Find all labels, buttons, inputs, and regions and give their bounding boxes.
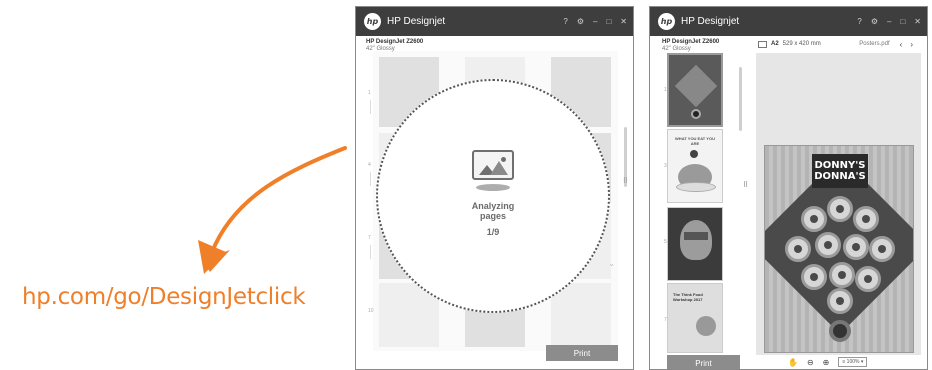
callout-arrow	[198, 146, 347, 274]
hp-logo: hp	[658, 13, 675, 30]
printer-name: HP DesignJet Z2600	[662, 39, 720, 45]
title-bar: hp HP Designjet ? ⚙ – □ ✕	[650, 7, 927, 36]
minimize-button[interactable]: –	[593, 17, 597, 26]
analyzing-label-line1: Analyzing	[471, 200, 515, 211]
page-number: 7	[368, 235, 371, 241]
help-icon[interactable]: ?	[857, 17, 861, 26]
page-thumbnail-selected[interactable]	[667, 53, 723, 127]
donut-image	[801, 264, 827, 290]
page-size-icon	[758, 40, 767, 48]
help-icon[interactable]: ?	[563, 17, 567, 26]
zoom-level-value: ≡ 100%	[842, 359, 860, 365]
tick	[370, 100, 371, 114]
tick	[370, 172, 371, 186]
analyzing-label-line2: pages	[479, 210, 506, 221]
donut-image	[843, 234, 869, 260]
scrollbar-thumb[interactable]	[739, 67, 742, 131]
donut-image	[829, 320, 851, 342]
preview-area: DONNY'S DONNA'S	[756, 53, 921, 355]
donut-image	[869, 236, 895, 262]
printer-name: HP DesignJet Z2600	[366, 39, 424, 45]
file-name: Posters.pdf	[859, 41, 890, 47]
close-button[interactable]: ✕	[914, 17, 921, 26]
panel-resize-handle-icon[interactable]: ⠿	[743, 182, 748, 189]
page-progress-count: 1/9	[486, 226, 500, 237]
donut-image	[801, 206, 827, 232]
tick	[370, 245, 371, 259]
app-title: HP Designjet	[681, 16, 740, 27]
settings-gear-icon[interactable]: ⚙	[871, 17, 878, 26]
poster-title: DONNY'S DONNA'S	[812, 154, 868, 188]
preview-window: hp HP Designjet ? ⚙ – □ ✕ HP DesignJet Z…	[649, 6, 928, 370]
donut-image	[785, 236, 811, 262]
previous-page-icon[interactable]: ‹	[900, 40, 903, 49]
designjet-click-url[interactable]: hp.com/go/DesignJetclick	[22, 284, 306, 310]
analyzing-label: Analyzing pages	[472, 201, 515, 221]
paper-info: 42" Glossy	[662, 46, 691, 52]
hp-logo: hp	[364, 13, 381, 30]
page-number: 4	[368, 162, 371, 168]
analyzing-progress-overlay: Analyzing pages 1/9	[376, 79, 610, 313]
donut-image	[855, 266, 881, 292]
thumbnail-caption: The Think Food Workshop 2017	[673, 292, 703, 302]
preview-toolbar: ✋ ⊖ ⊕ ≡ 100% ▾	[788, 357, 868, 367]
thumbnail-caption: WHAT YOU EAT YOU ARE	[675, 136, 715, 146]
maximize-button[interactable]: □	[606, 17, 611, 26]
donut-image	[853, 206, 879, 232]
maximize-button[interactable]: □	[900, 17, 905, 26]
title-bar: hp HP Designjet ? ⚙ – □ ✕	[356, 7, 633, 36]
zoom-in-icon[interactable]: ⊕	[823, 358, 830, 367]
app-title: HP Designjet	[387, 16, 446, 27]
analyzing-window: hp HP Designjet ? ⚙ – □ ✕ HP DesignJet Z…	[355, 6, 634, 370]
page-thumbnail[interactable]	[667, 207, 723, 281]
page-thumbnail[interactable]: WHAT YOU EAT YOU ARE	[667, 129, 723, 203]
donut-image	[815, 232, 841, 258]
page-size-dimensions: 529 x 420 mm	[782, 41, 821, 47]
page-thumbnail[interactable]: The Think Food Workshop 2017	[667, 283, 723, 353]
image-analysis-icon	[472, 149, 514, 180]
settings-gear-icon[interactable]: ⚙	[577, 17, 584, 26]
close-button[interactable]: ✕	[620, 17, 627, 26]
poster-preview[interactable]: DONNY'S DONNA'S	[764, 145, 914, 353]
preview-header: A2 529 x 420 mm Posters.pdf ‹ ›	[758, 38, 917, 50]
minimize-button[interactable]: –	[887, 17, 891, 26]
next-page-icon[interactable]: ›	[910, 40, 913, 49]
printer-selector[interactable]: HP DesignJet Z2600 42" Glossy	[662, 39, 719, 53]
donut-image	[827, 196, 853, 222]
donut-image	[829, 262, 855, 288]
print-button[interactable]: Print	[546, 345, 618, 361]
icon-shadow	[476, 183, 510, 191]
page-size-name: A2	[771, 41, 779, 47]
chevron-down-icon: ⌄	[608, 259, 615, 268]
donut-image	[827, 288, 853, 314]
zoom-out-icon[interactable]: ⊖	[807, 358, 814, 367]
pan-hand-icon[interactable]: ✋	[788, 358, 798, 367]
zoom-level-select[interactable]: ≡ 100% ▾	[838, 357, 868, 367]
print-button[interactable]: Print	[667, 355, 740, 369]
page-number: 1	[368, 90, 371, 96]
panel-resize-handle-icon[interactable]: ⠿	[623, 178, 628, 185]
